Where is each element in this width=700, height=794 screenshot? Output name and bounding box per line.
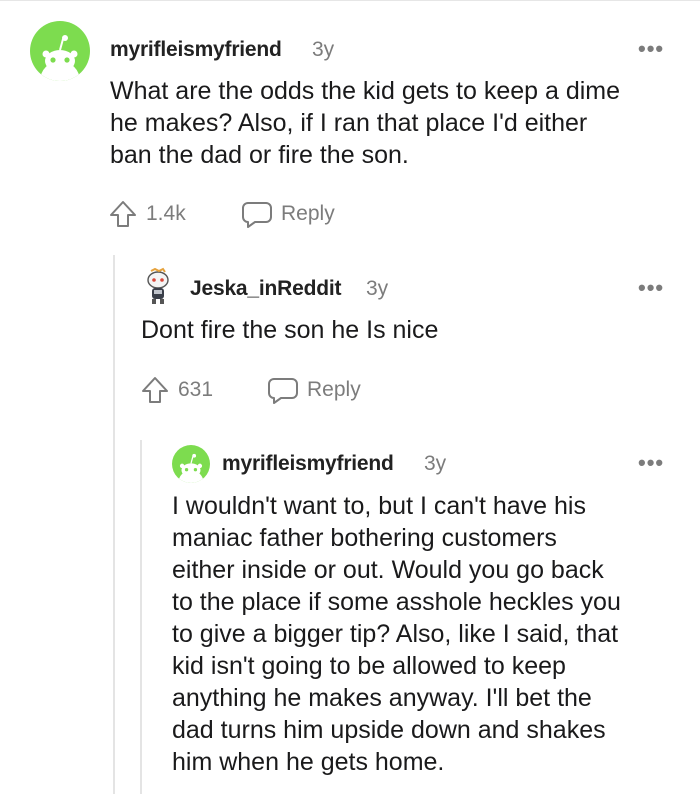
comment-body: I wouldn't want to, but I can't have his… <box>172 492 621 776</box>
reddit-snoo-icon <box>178 453 204 483</box>
comment-3: myrifleismyfriend 3y ••• I wouldn't want… <box>0 0 700 794</box>
more-options-button[interactable]: ••• <box>638 452 664 474</box>
comment-username[interactable]: myrifleismyfriend <box>222 452 394 476</box>
user-avatar[interactable] <box>172 445 210 483</box>
comment-age: 3y <box>424 452 447 475</box>
